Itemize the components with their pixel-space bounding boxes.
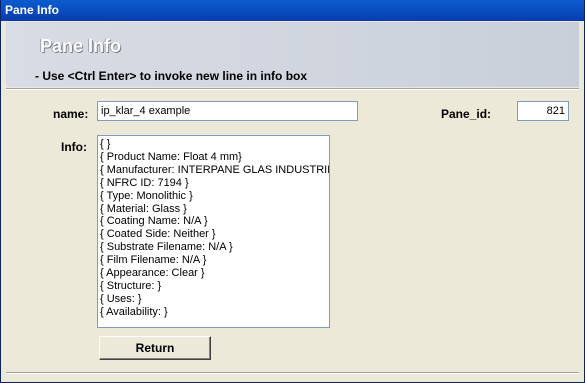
info-label: Info: — [61, 140, 87, 154]
info-line: { Uses: } — [100, 292, 142, 305]
name-input[interactable]: ip_klar_4 example — [97, 101, 358, 121]
name-label: name: — [53, 107, 89, 121]
info-line: { Coated Side: Neither } — [100, 228, 216, 241]
info-line: { Appearance: Clear } — [100, 267, 205, 280]
info-line: { Coating Name: N/A } — [100, 215, 208, 228]
info-line: { Product Name: Float 4 mm} — [100, 150, 242, 163]
window-titlebar[interactable]: Pane Info — [1, 0, 584, 21]
info-line: { Type: Monolithic } — [100, 189, 193, 202]
info-line: { Substrate Filename: N/A } — [100, 241, 233, 254]
pane-id-input[interactable]: 821 — [517, 101, 569, 121]
info-line: { Film Filename: N/A } — [100, 254, 207, 267]
info-line: { Structure: } — [100, 279, 162, 292]
pane-id-label: Pane_id: — [441, 107, 492, 121]
header-banner: Pane Info - Use <Ctrl Enter> to invoke n… — [6, 22, 579, 87]
info-textarea[interactable]: { } { Product Name: Float 4 mm} { Manufa… — [97, 135, 330, 328]
footer-divider — [6, 372, 579, 374]
info-line: { Material: Glass } — [100, 202, 187, 215]
header-title: Pane Info — [40, 36, 122, 56]
info-line: { Manufacturer: INTERPANE GLAS INDUSTRIE… — [100, 163, 330, 176]
pane-info-window: Pane Info Pane Info - Use <Ctrl Enter> t… — [0, 0, 585, 383]
info-line: { Availability: } — [100, 305, 168, 318]
header-divider — [6, 88, 579, 90]
return-button[interactable]: Return — [99, 336, 211, 360]
header-instruction: - Use <Ctrl Enter> to invoke new line in… — [35, 69, 308, 83]
info-line: { } — [100, 138, 111, 150]
info-line: { NFRC ID: 7194 } — [100, 176, 189, 189]
